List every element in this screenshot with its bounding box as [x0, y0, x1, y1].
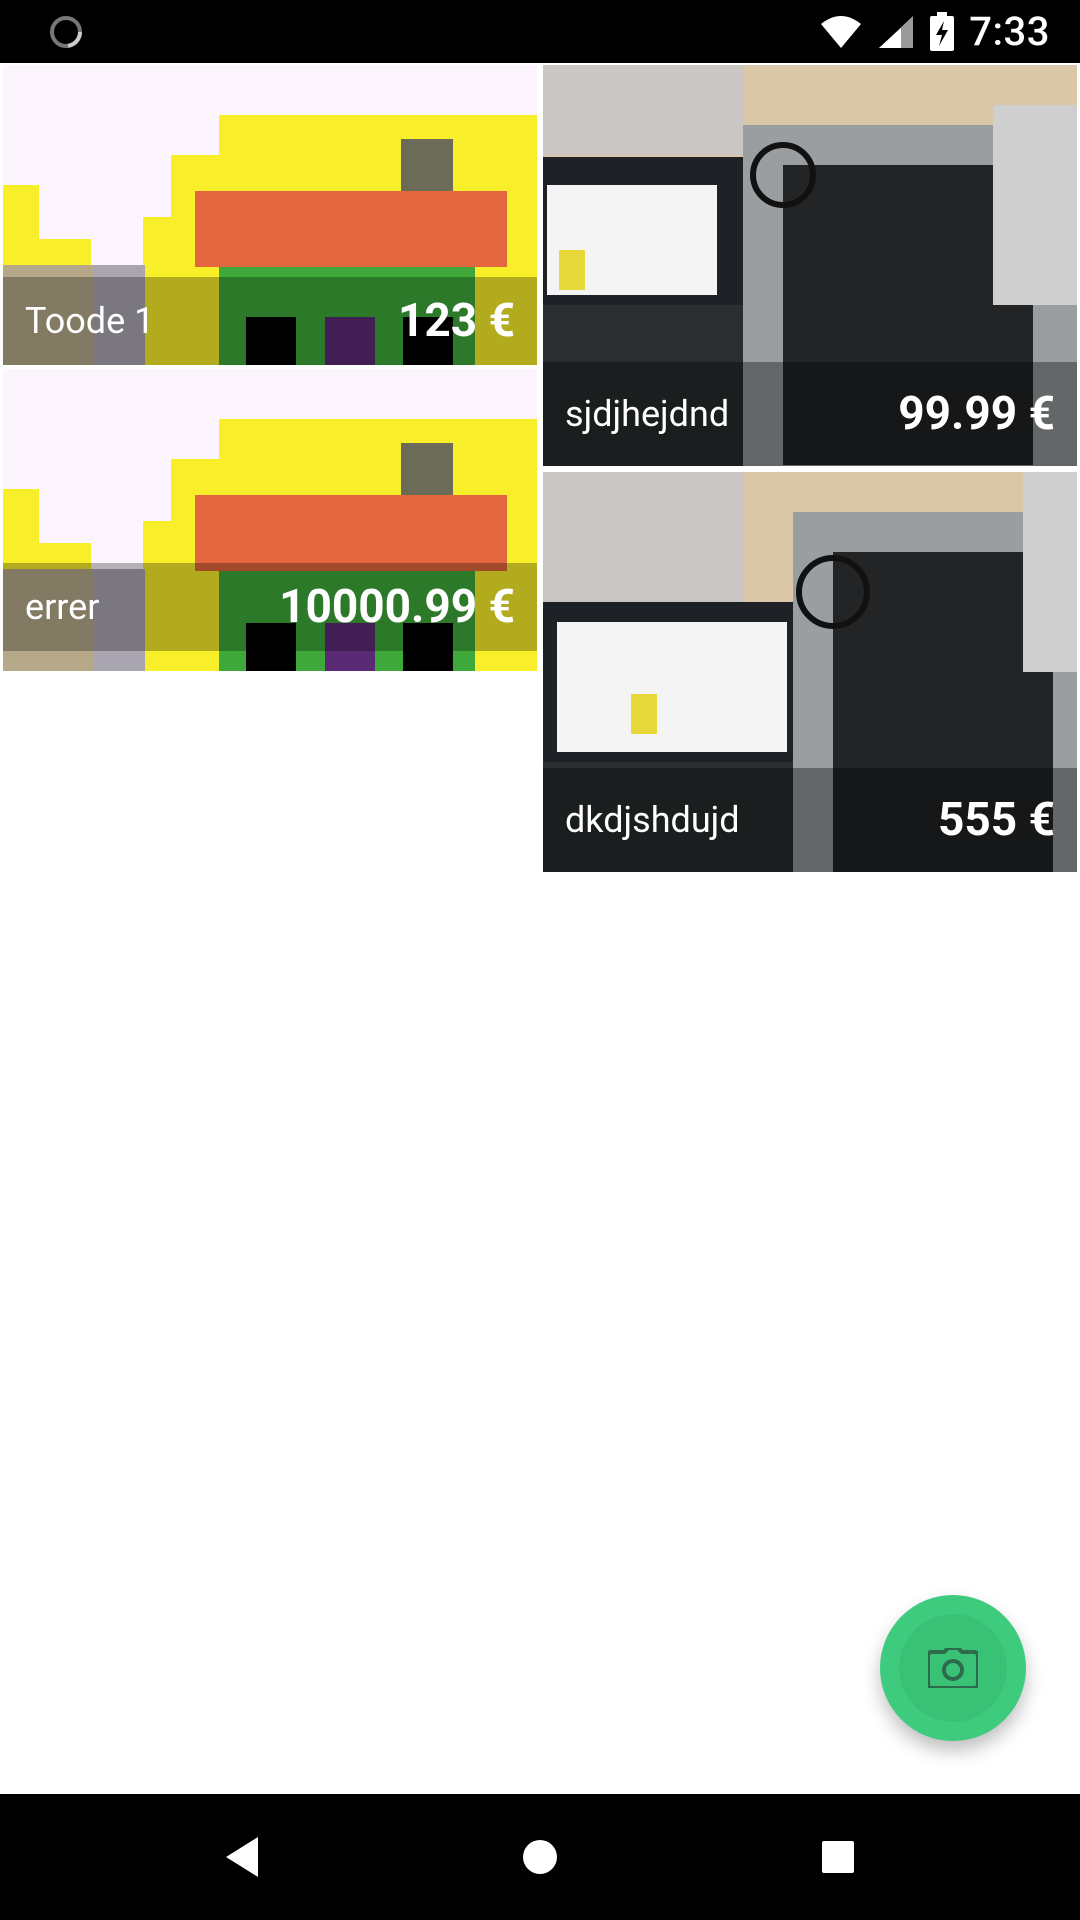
product-card[interactable]: errer 10000.99 € — [3, 369, 537, 671]
back-icon — [226, 1837, 258, 1877]
product-caption: errer 10000.99 € — [3, 563, 537, 651]
product-card[interactable]: dkdjshdujd 555 € — [543, 472, 1077, 872]
signal-icon — [879, 15, 914, 48]
product-card[interactable]: Toode 1 123 € — [3, 65, 537, 365]
fab-inner — [899, 1614, 1007, 1722]
product-name: dkdjshdujd — [565, 799, 740, 841]
product-name: errer — [25, 586, 100, 628]
product-price: 99.99 € — [898, 387, 1055, 441]
camera-fab-button[interactable] — [880, 1595, 1026, 1741]
recents-button[interactable] — [808, 1827, 868, 1887]
status-time: 7:33 — [969, 8, 1050, 55]
recents-icon — [822, 1841, 854, 1873]
status-bar: 7:33 — [0, 0, 1080, 63]
wifi-icon — [821, 15, 862, 48]
navigation-bar — [0, 1794, 1080, 1920]
product-caption: sjdjhejdnd 99.99 € — [543, 362, 1077, 466]
product-name: sjdjhejdnd — [565, 393, 730, 435]
home-button[interactable] — [510, 1827, 570, 1887]
product-price: 10000.99 € — [279, 580, 515, 634]
product-card[interactable]: sjdjhejdnd 99.99 € — [543, 65, 1077, 466]
product-caption: Toode 1 123 € — [3, 277, 537, 365]
camera-icon — [928, 1648, 978, 1688]
battery-charging-icon — [930, 11, 955, 51]
home-icon — [523, 1840, 557, 1874]
product-price: 555 € — [938, 793, 1055, 847]
product-price: 123 € — [398, 294, 515, 348]
product-caption: dkdjshdujd 555 € — [543, 768, 1077, 872]
back-button[interactable] — [212, 1827, 272, 1887]
product-name: Toode 1 — [25, 300, 155, 342]
loading-spinner-icon — [50, 16, 82, 48]
